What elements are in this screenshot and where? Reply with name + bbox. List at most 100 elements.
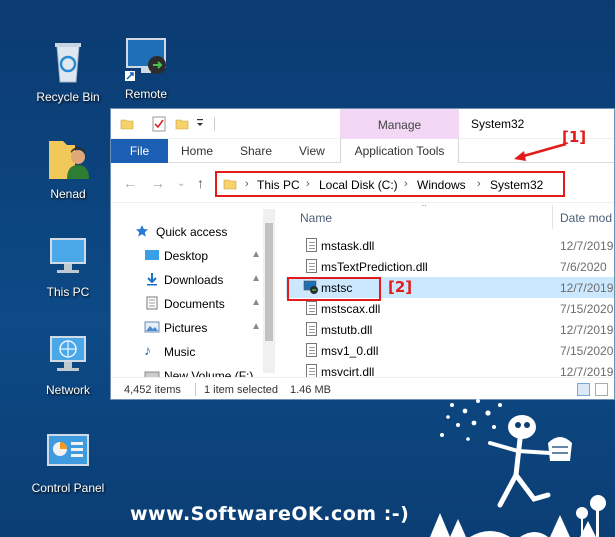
tab-share[interactable]: Share <box>240 144 272 158</box>
breadcrumb-this-pc[interactable]: This PC <box>257 178 300 192</box>
dll-file-icon <box>306 259 317 273</box>
title-bar: Manage System32 <box>111 109 614 159</box>
address-folder-icon <box>223 177 237 196</box>
music-icon: ♪ <box>144 342 151 358</box>
breadcrumb-system32[interactable]: System32 <box>490 178 543 192</box>
back-arrow-icon[interactable]: ← <box>123 175 137 191</box>
sidebar-item-label: Documents <box>164 297 225 311</box>
file-row[interactable]: mstutb.dll 12/7/2019 <box>286 319 614 340</box>
forward-arrow-icon[interactable]: → <box>151 175 165 191</box>
desktop-icon-user-folder[interactable]: Nenad <box>23 135 113 201</box>
column-divider <box>552 205 553 229</box>
tab-home[interactable]: Home <box>181 144 213 158</box>
download-icon <box>144 272 160 286</box>
recycle-bin-icon <box>45 38 91 84</box>
desktop-icon-remote[interactable]: Remote <box>101 35 191 101</box>
recent-locations-icon[interactable]: ⌄ <box>177 178 185 189</box>
new-folder-icon[interactable] <box>175 117 189 136</box>
sidebar-item-downloads[interactable]: Downloads ▲ <box>111 269 271 291</box>
address-bar[interactable]: › This PC › Local Disk (C:) › Windows › … <box>215 171 565 197</box>
file-row[interactable]: msTextPrediction.dll 7/6/2020 <box>286 256 614 277</box>
sidebar-item-label: Music <box>164 345 196 359</box>
file-row[interactable]: mstask.dll 12/7/2019 <box>286 235 614 256</box>
mascot-illustration <box>430 399 606 537</box>
annotation-label-2: [2] <box>388 278 413 296</box>
sidebar-item-desktop[interactable]: Desktop ▲ <box>111 245 271 267</box>
file-row[interactable]: mstscax.dll 7/15/2020 <box>286 298 614 319</box>
sidebar-item-label: Downloads <box>164 273 224 287</box>
file-name: msTextPrediction.dll <box>321 260 428 274</box>
desktop-icon-label: Network <box>45 383 90 397</box>
sidebar-item-pictures[interactable]: Pictures ▲ <box>111 317 271 339</box>
pictures-icon <box>144 320 160 334</box>
tab-file[interactable]: File <box>111 139 168 163</box>
sidebar-item-label: Pictures <box>164 321 208 335</box>
properties-icon[interactable] <box>152 116 166 137</box>
file-name: mstscax.dll <box>321 302 381 316</box>
file-row[interactable]: msvcirt.dll 12/7/2019 <box>286 361 614 377</box>
desktop-icon-label: Control Panel <box>31 481 105 495</box>
sort-arrow-icon: ⌃ <box>420 205 429 214</box>
breadcrumb-local-disk[interactable]: Local Disk (C:) <box>319 178 398 192</box>
pin-icon: ▲ <box>251 297 261 308</box>
desktop-icon-label: Remote <box>124 87 168 101</box>
remote-desktop-icon <box>123 35 169 81</box>
up-arrow-icon[interactable]: ↑ <box>197 175 204 191</box>
manage-label: Manage <box>377 118 422 132</box>
sidebar-item-new-volume[interactable]: New Volume (F:) <box>111 365 271 377</box>
file-date: 12/7/2019 <box>560 365 614 377</box>
scrollbar-thumb[interactable] <box>265 223 273 341</box>
breadcrumb-separator[interactable]: › <box>404 178 408 190</box>
navigation-pane: Quick access Desktop ▲ Downloads ▲ Docum… <box>111 205 276 377</box>
customize-toolbar-icon[interactable] <box>195 117 205 132</box>
control-panel-icon <box>45 429 91 475</box>
sidebar-item-quick-access[interactable]: Quick access <box>111 221 271 243</box>
status-size: 1.46 MB <box>290 384 331 396</box>
navigation-bar: ← → ⌄ ↑ › This PC › Local Disk (C:) › Wi… <box>111 163 614 203</box>
status-divider <box>195 383 196 396</box>
highlight-box-file <box>287 277 381 301</box>
breadcrumb-separator[interactable]: › <box>245 178 249 190</box>
breadcrumb-separator[interactable]: › <box>306 178 310 190</box>
desktop-icon-network[interactable]: Network <box>23 331 113 397</box>
file-date: 12/7/2019 <box>560 323 614 337</box>
user-folder-icon <box>45 135 91 181</box>
column-header-date[interactable]: Date mod <box>560 211 612 225</box>
tab-application-tools[interactable]: Application Tools <box>340 139 459 163</box>
file-name: msvcirt.dll <box>321 365 375 377</box>
pin-icon: ▲ <box>251 273 261 284</box>
file-row[interactable]: msv1_0.dll 7/15/2020 <box>286 340 614 361</box>
dll-file-icon <box>306 301 317 315</box>
pin-icon: ▲ <box>251 249 261 260</box>
tab-view[interactable]: View <box>299 144 325 158</box>
sidebar-scrollbar[interactable] <box>263 209 275 373</box>
file-name: mstask.dll <box>321 239 375 253</box>
star-icon <box>135 224 151 238</box>
sidebar-item-documents[interactable]: Documents ▲ <box>111 293 271 315</box>
desktop-icon-label: This PC <box>46 285 90 299</box>
file-date: 12/7/2019 <box>560 239 614 253</box>
file-name: msv1_0.dll <box>321 344 379 358</box>
breadcrumb-windows[interactable]: Windows <box>417 178 466 192</box>
file-name: mstutb.dll <box>321 323 373 337</box>
dll-file-icon <box>306 343 317 357</box>
folder-icon[interactable] <box>120 117 134 136</box>
status-selected: 1 item selected <box>204 384 278 396</box>
sidebar-item-music[interactable]: ♪ Music <box>111 341 271 363</box>
file-date: 7/15/2020 <box>560 302 614 316</box>
sidebar-item-label: New Volume (F:) <box>164 369 254 377</box>
annotation-label-1: [1] <box>562 128 587 146</box>
dll-file-icon <box>306 322 317 336</box>
watermark-text: www.SoftwareOK.com :-) <box>130 503 410 525</box>
sidebar-item-label: Desktop <box>164 249 209 263</box>
desktop-icon-label: Nenad <box>50 187 86 201</box>
window-title: System32 <box>471 117 525 131</box>
file-date: 7/6/2020 <box>560 260 607 274</box>
desktop-icon-recycle-bin[interactable]: Recycle Bin <box>23 38 113 104</box>
desktop-icon-this-pc[interactable]: This PC <box>23 233 113 299</box>
breadcrumb-separator[interactable]: › <box>477 178 481 190</box>
desktop-icon-control-panel[interactable]: Control Panel <box>23 429 113 495</box>
dll-file-icon <box>306 238 317 252</box>
column-header-name[interactable]: Name <box>300 211 332 225</box>
file-date: 12/7/2019 <box>560 281 614 295</box>
